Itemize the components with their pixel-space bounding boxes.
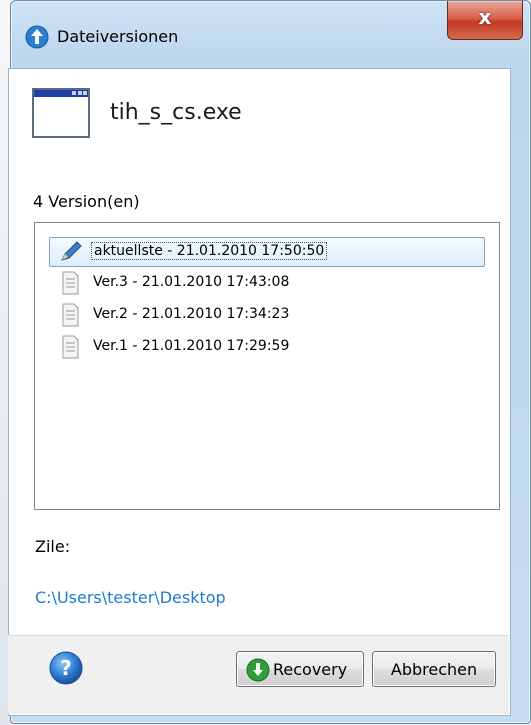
list-item-version-3[interactable]: Ver.3 - 21.01.2010 17:43:08 [49,269,483,297]
app-icon [25,25,49,49]
target-label: Zile: [35,537,71,556]
document-icon [62,303,79,327]
version-label: Ver.1 - 21.01.2010 17:29:59 [93,338,290,354]
file-name: tih_s_cs.exe [110,100,242,125]
close-icon: x [478,5,492,29]
recovery-button[interactable]: Recovery [236,651,364,687]
version-label: Ver.2 - 21.01.2010 17:34:23 [93,306,290,322]
document-icon [62,271,79,295]
svg-text:?: ? [60,656,72,680]
help-icon[interactable]: ? [48,650,84,686]
list-item-version-1[interactable]: Ver.1 - 21.01.2010 17:29:59 [49,333,483,361]
list-item-version-current[interactable]: aktuellste - 21.01.2010 17:50:50 [49,237,485,267]
pencil-icon [61,241,82,261]
version-list[interactable]: aktuellste - 21.01.2010 17:50:50 Ver.3 -… [34,222,500,510]
cancel-button[interactable]: Abbrechen [372,651,496,687]
list-item-version-2[interactable]: Ver.2 - 21.01.2010 17:34:23 [49,301,483,329]
version-count: 4 Version(en) [33,192,140,211]
window-title: Dateiversionen [57,27,179,46]
close-button[interactable]: x [447,1,523,40]
exe-file-icon [32,88,90,138]
version-label: aktuellste - 21.01.2010 17:50:50 [90,242,328,260]
version-label: Ver.3 - 21.01.2010 17:43:08 [93,274,290,290]
title-bar[interactable]: Dateiversionen x [11,1,530,69]
download-arrow-icon [246,658,270,682]
recovery-button-label: Recovery [273,660,348,679]
target-path-link[interactable]: C:\Users\tester\Desktop [35,588,226,607]
cancel-button-label: Abbrechen [390,660,478,679]
document-icon [62,335,79,359]
